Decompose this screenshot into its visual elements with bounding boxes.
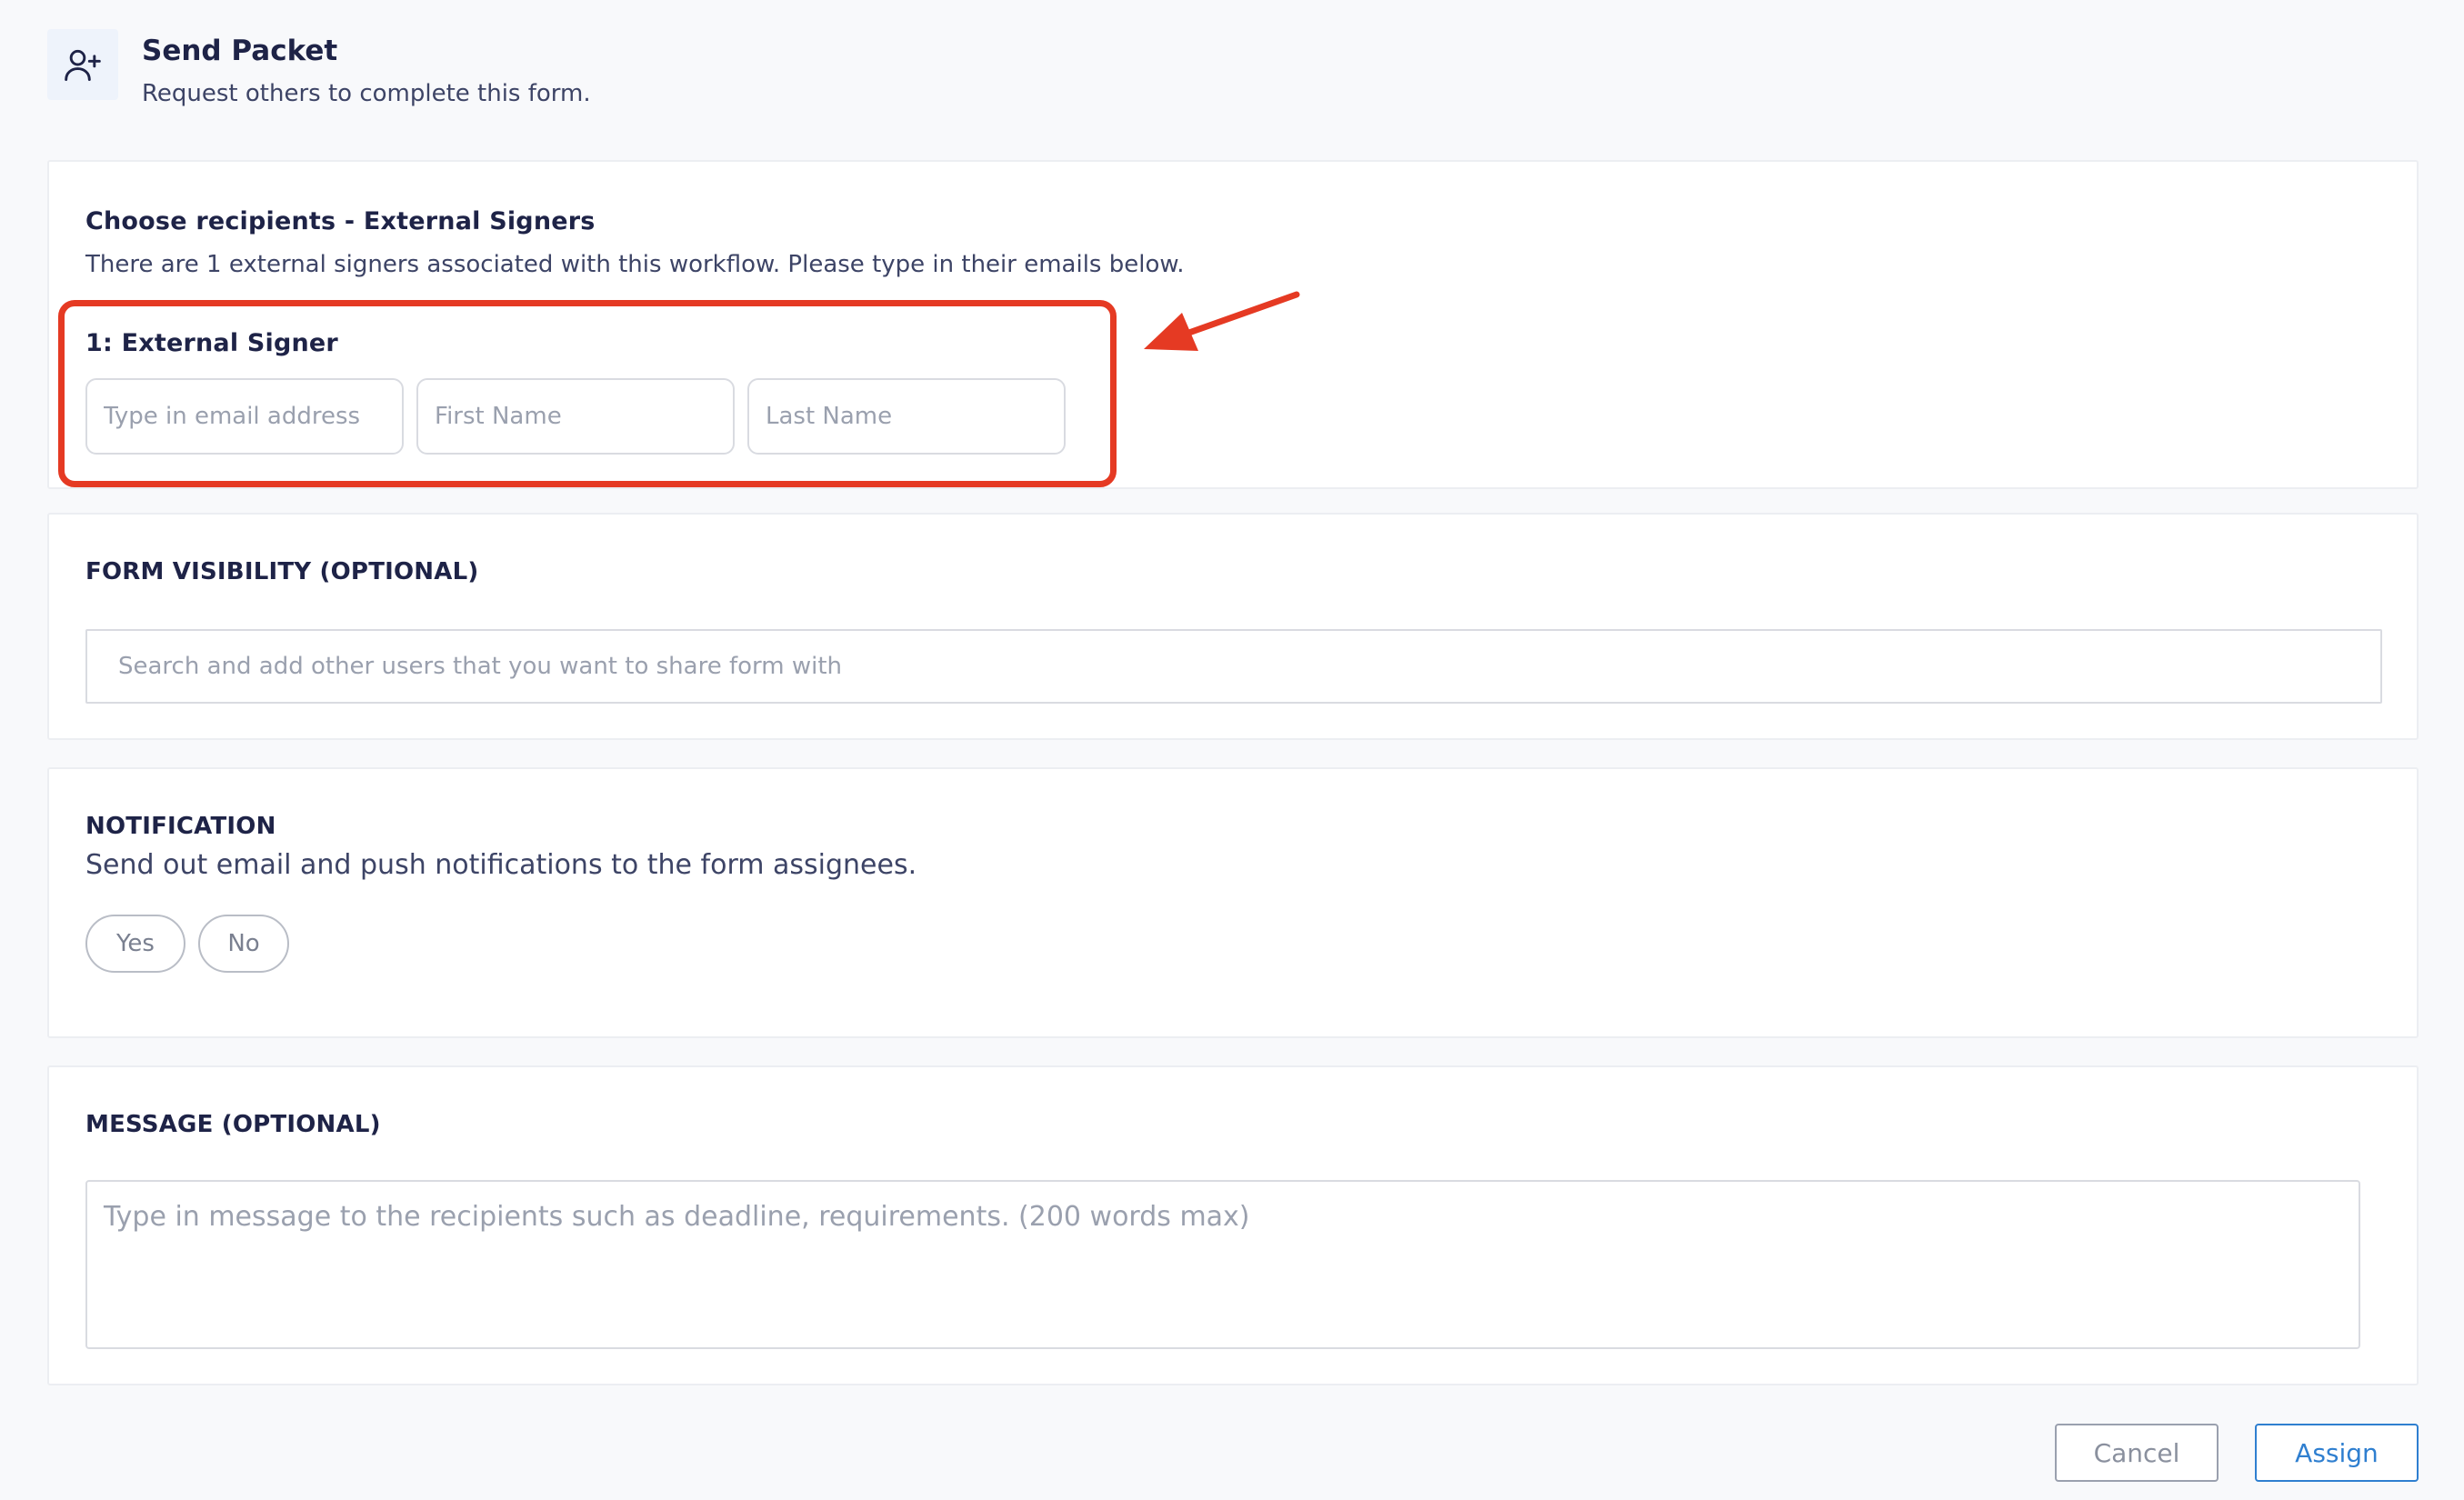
page-title: Send Packet xyxy=(142,35,338,67)
recipients-description: There are 1 external signers associated … xyxy=(85,251,1185,278)
message-textarea[interactable] xyxy=(85,1180,2360,1349)
share-users-search-input[interactable] xyxy=(85,629,2382,704)
notification-description: Send out email and push notifications to… xyxy=(85,849,917,881)
message-card: MESSAGE (OPTIONAL) xyxy=(47,1065,2419,1385)
assign-button[interactable]: Assign xyxy=(2255,1424,2419,1482)
cancel-button[interactable]: Cancel xyxy=(2055,1424,2219,1482)
annotation-arrow-icon xyxy=(1144,291,1300,351)
user-plus-icon xyxy=(65,49,101,81)
header-icon-container xyxy=(47,29,118,100)
message-title: MESSAGE (OPTIONAL) xyxy=(85,1111,381,1138)
form-visibility-card: FORM VISIBILITY (OPTIONAL) xyxy=(47,513,2419,740)
form-visibility-title: FORM VISIBILITY (OPTIONAL) xyxy=(85,558,479,585)
recipients-title: Choose recipients - External Signers xyxy=(85,207,596,235)
notification-card: NOTIFICATION Send out email and push not… xyxy=(47,767,2419,1038)
notification-title: NOTIFICATION xyxy=(85,813,276,840)
page-header: Send Packet Request others to complete t… xyxy=(47,29,591,109)
page-subtitle: Request others to complete this form. xyxy=(142,80,591,107)
notification-no-button[interactable]: No xyxy=(198,915,289,973)
annotation-highlight-box xyxy=(58,300,1117,487)
send-packet-page: Send Packet Request others to complete t… xyxy=(0,0,2464,1500)
notification-yes-button[interactable]: Yes xyxy=(85,915,185,973)
header-text: Send Packet Request others to complete t… xyxy=(142,33,591,109)
